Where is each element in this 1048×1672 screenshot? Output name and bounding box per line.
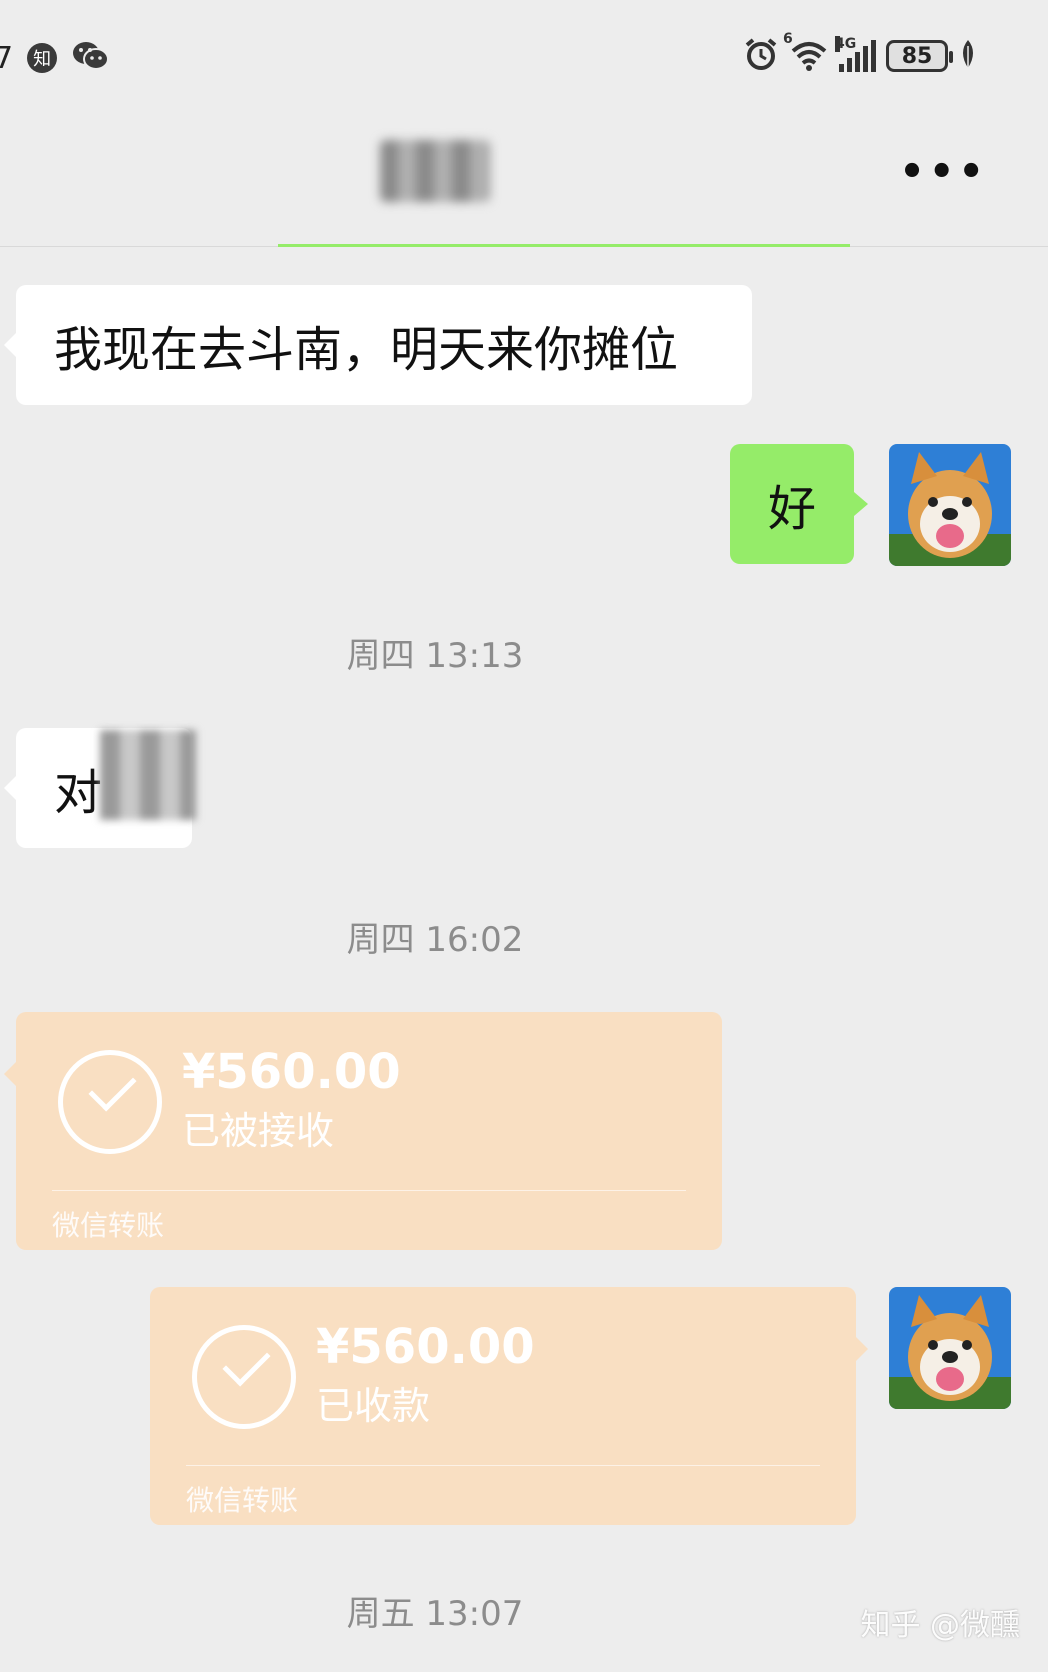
status-clip-text: 7 [0,40,14,76]
message-bubble-right[interactable]: 好 [730,444,868,564]
avatar[interactable] [889,1287,1011,1409]
transfer-card-received[interactable]: ¥560.00 已被接收 微信转账 [4,1012,722,1250]
chat-header: ••• [0,100,1048,247]
signal-icon: 4G [835,36,876,72]
battery-icon: 85 [886,40,953,72]
transfer-card-collected[interactable]: ¥560.00 已收款 微信转账 [150,1287,868,1525]
watermark: 知乎 @微醺 [860,1608,1020,1643]
check-circle-icon [58,1050,162,1154]
network-type-label: 4G [835,36,857,52]
wechat-icon [71,40,110,76]
check-circle-icon [192,1325,296,1429]
avatar[interactable] [889,444,1011,566]
pixelated-content [100,730,196,820]
transfer-footer: 微信转账 [186,1484,299,1517]
status-bar: 7 知 6 4G 85 [0,0,1048,100]
wifi-icon: 6 [783,31,829,75]
message-text: 对 [54,765,103,821]
message-text: 我现在去斗南，明天来你摊位 [54,322,679,378]
chat-title-pixelated [380,140,490,202]
transfer-amount: ¥560.00 [316,1319,535,1375]
more-icon[interactable]: ••• [899,152,988,192]
timestamp: 周四 13:13 [346,636,524,676]
zhihu-notification-icon: 知 [27,43,58,73]
transfer-amount: ¥560.00 [182,1044,401,1100]
status-right: 6 4G 85 [743,31,978,76]
divider [52,1190,686,1191]
transfer-status: 已被接收 [182,1109,335,1153]
message-text: 好 [767,481,816,537]
leaf-icon [958,38,978,74]
timestamp: 周四 16:02 [346,920,524,960]
wifi-label: 6 [783,31,793,47]
divider [186,1465,820,1466]
message-bubble-left[interactable]: 我现在去斗南，明天来你摊位 [4,285,752,405]
alarm-icon [743,36,779,76]
transfer-footer: 微信转账 [52,1209,165,1242]
transfer-status: 已收款 [316,1384,431,1428]
status-left: 7 知 [0,40,110,76]
previous-bubble-edge [278,244,850,247]
timestamp: 周五 13:07 [346,1594,524,1634]
